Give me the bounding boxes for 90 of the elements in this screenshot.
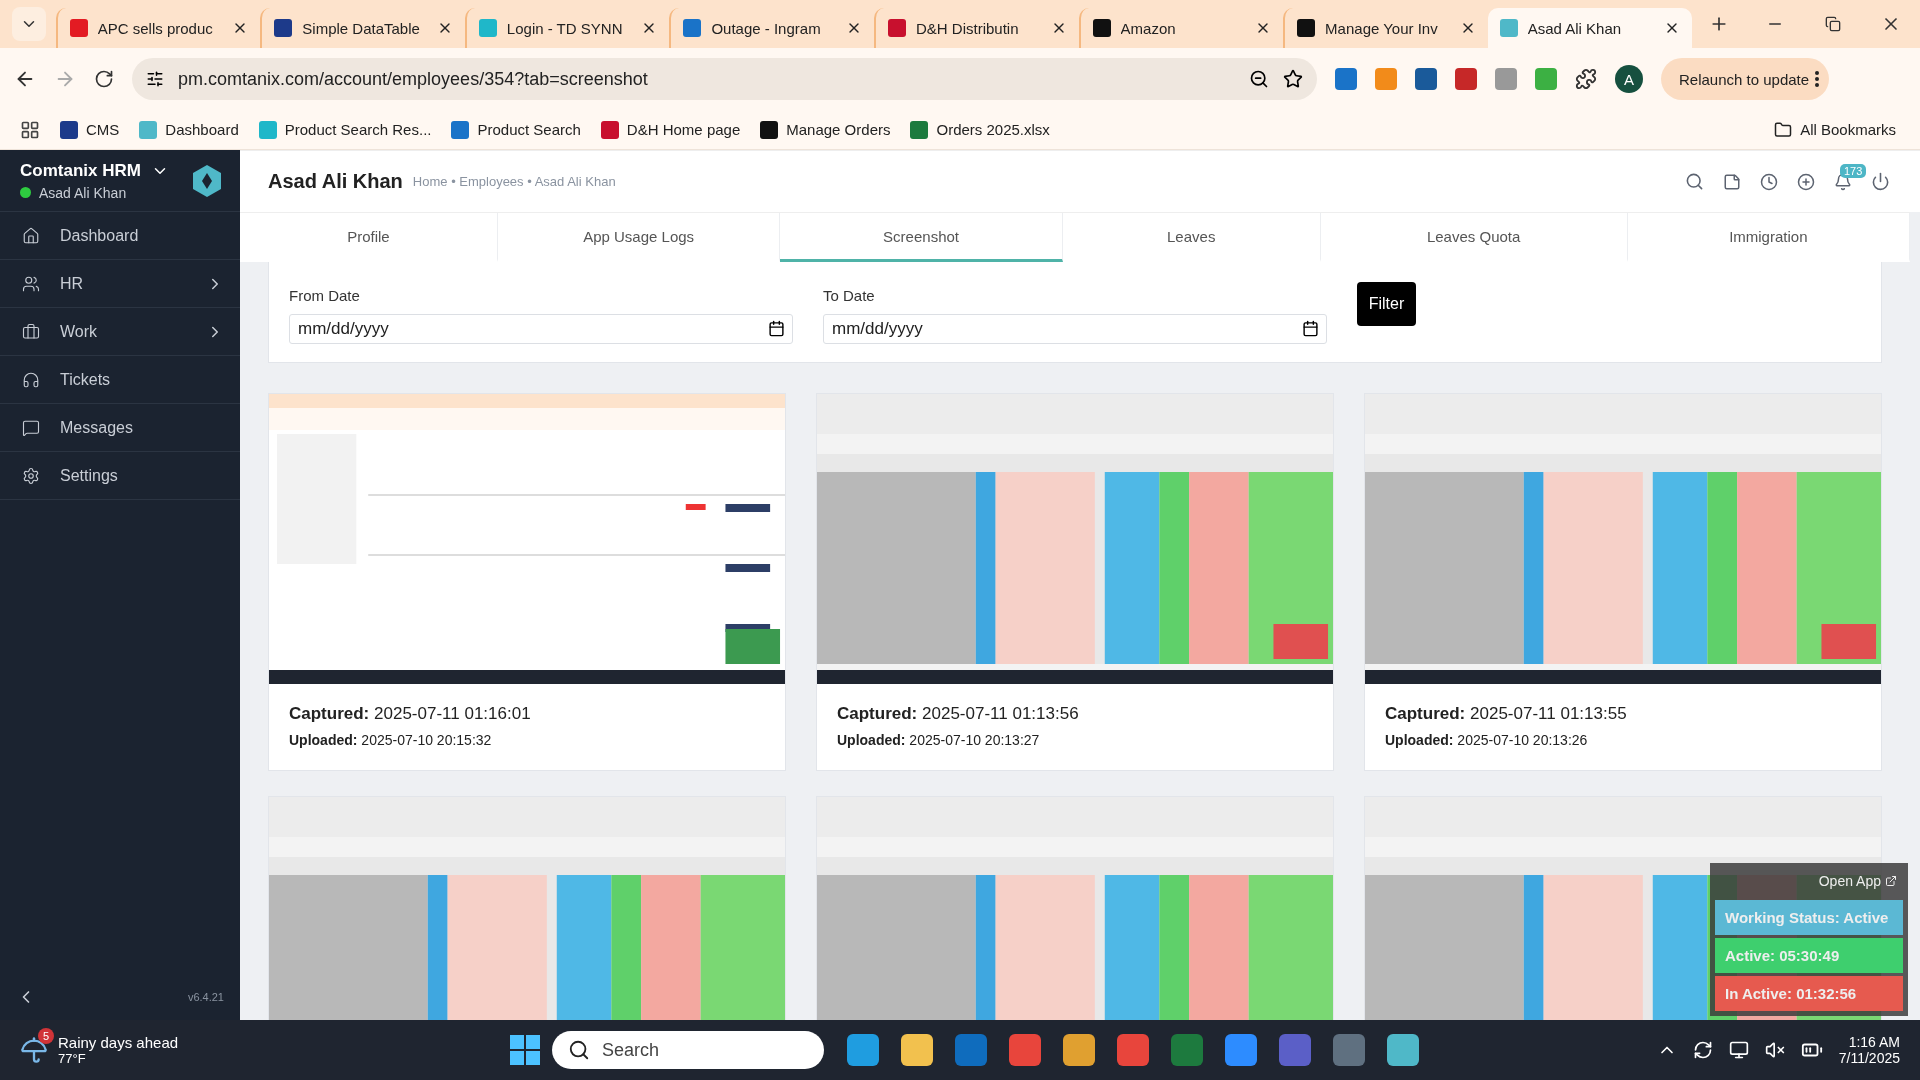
nav-icon: [22, 466, 40, 485]
add-icon[interactable]: [1797, 172, 1815, 191]
site-settings-icon[interactable]: [146, 70, 164, 88]
status-row: Active: 05:30:49: [1715, 938, 1903, 973]
clock-icon[interactable]: [1760, 172, 1778, 191]
taskbar-app-icon[interactable]: [1009, 1034, 1041, 1066]
folder-icon: [1774, 120, 1793, 139]
taskbar-search-field[interactable]: Search: [552, 1031, 824, 1069]
search-icon[interactable]: [1685, 172, 1704, 191]
captured-time: Captured: 2025-07-11 01:13:55: [1385, 704, 1628, 724]
uploaded-time: Uploaded: 2025-07-10 20:15:32: [289, 732, 493, 748]
extensions-icon[interactable]: [1575, 68, 1597, 90]
profile-avatar[interactable]: A: [1615, 65, 1643, 93]
nav-icon: [22, 322, 40, 341]
clock[interactable]: 1:16 AM 7/11/2025: [1838, 1034, 1900, 1066]
reload-icon[interactable]: [94, 69, 114, 89]
nav-icon: [22, 370, 40, 389]
bookmark-link[interactable]: Product Search Res...: [258, 120, 432, 139]
field-label: From Date: [289, 287, 361, 304]
bookmark-link[interactable]: Orders 2025.xlsx: [910, 120, 1050, 139]
screenshot-card[interactable]: Captured: 2025-07-11 01:13:55 Uploaded: 2025-07-10 20:13:26: [1364, 393, 1882, 771]
uploaded-time: Uploaded: 2025-07-10 20:13:27: [837, 732, 1041, 748]
captured-time: Captured: 2025-07-11 01:16:01: [289, 704, 532, 724]
tab[interactable]: Screenshot: [780, 213, 1063, 262]
bookmark-link[interactable]: CMS: [60, 120, 120, 139]
calendar-icon[interactable]: [1302, 320, 1319, 337]
breadcrumb: Home • Employees • Asad Ali Khan: [412, 174, 616, 189]
nav-icon: [22, 274, 40, 293]
relaunch-button[interactable]: Relaunch to update: [1661, 58, 1830, 100]
bookmark-star-icon[interactable]: [1283, 69, 1303, 89]
nav-icon: [22, 226, 40, 245]
extension-icon[interactable]: [1335, 68, 1357, 90]
favicon-icon: [274, 19, 293, 37]
external-link-icon: [1885, 875, 1897, 887]
taskbar-app-icon[interactable]: [1225, 1034, 1257, 1066]
logo-icon: [190, 163, 224, 198]
favicon-icon: [1499, 19, 1518, 37]
start-icon[interactable]: [510, 1035, 540, 1065]
weather-badge: 5: [38, 1028, 54, 1044]
volume-icon[interactable]: [1764, 1040, 1785, 1060]
status-row: Working Status: Active: [1715, 900, 1903, 935]
bookmark-link[interactable]: Dashboard: [139, 120, 239, 139]
network-icon[interactable]: [1728, 1040, 1749, 1060]
user-name: Asad Ali Khan: [39, 184, 127, 201]
version-label: v6.4.21: [187, 991, 224, 1003]
calendar-icon[interactable]: [768, 320, 785, 337]
screenshot-card[interactable]: Captured: 2025-07-11 01:13:56 Uploaded: 2025-07-10 20:13:27: [816, 393, 1334, 771]
taskbar-app-icon[interactable]: [847, 1034, 879, 1066]
date-field[interactable]: mm/dd/yyyy: [289, 314, 793, 344]
date-field[interactable]: mm/dd/yyyy: [823, 314, 1327, 344]
captured-time: Captured: 2025-07-11 01:13:56: [837, 704, 1080, 724]
search-icon: [568, 1039, 590, 1061]
note-icon[interactable]: [1723, 172, 1741, 191]
power-icon[interactable]: [1871, 172, 1890, 191]
taskbar-app-icon[interactable]: [1063, 1034, 1095, 1066]
screenshot-card[interactable]: Captured: 2025-07-11 01:16:01 Uploaded: 2025-07-10 20:15:32: [268, 393, 786, 771]
favicon-icon: [1092, 19, 1111, 37]
bookmark-link[interactable]: Product Search: [451, 120, 581, 139]
page-title: Asad Ali Khan: [268, 170, 403, 193]
bookmark-link[interactable]: D&H Home page: [600, 120, 741, 139]
weather-temperature: 77°F: [58, 1051, 87, 1066]
extension-icon[interactable]: [1415, 68, 1437, 90]
filter-button[interactable]: Filter: [1357, 282, 1416, 326]
browser-tab[interactable]: Asad Ali Khan: [1487, 8, 1693, 48]
taskbar-app-icon[interactable]: [1387, 1034, 1419, 1066]
app-name: Comtanix HRM: [20, 160, 141, 181]
open-app-link[interactable]: Open App: [1812, 869, 1903, 897]
bookmark-link[interactable]: Manage Orders: [760, 120, 891, 139]
favicon-icon: [888, 19, 906, 37]
all-bookmarks-link[interactable]: All Bookmarks: [1774, 120, 1896, 139]
extension-icon[interactable]: [1455, 68, 1477, 90]
nav-icon: [22, 418, 40, 437]
menu-icon: [1815, 71, 1820, 87]
weather-title: Rainy days ahead: [58, 1034, 179, 1051]
status-row: In Active: 01:32:56: [1715, 976, 1903, 1011]
online-status-dot: [20, 187, 31, 198]
notification-badge: 173: [1840, 163, 1867, 178]
favicon-icon: [478, 19, 497, 37]
taskbar-app-icon[interactable]: [901, 1034, 933, 1066]
favicon-icon: [69, 19, 88, 37]
favicon-icon: [683, 19, 702, 37]
taskbar-app-icon[interactable]: [1117, 1034, 1149, 1066]
address-bar[interactable]: pm.comtanix.com/account/employees/354?tab=screenshot: [132, 58, 1317, 100]
sync-icon[interactable]: [1692, 1040, 1713, 1060]
zoom-icon[interactable]: [1249, 69, 1269, 89]
favicon-icon: [1297, 19, 1316, 37]
field-label: To Date: [823, 287, 876, 304]
uploaded-time: Uploaded: 2025-07-10 20:13:26: [1385, 732, 1589, 748]
apps-icon[interactable]: [20, 119, 40, 140]
restore-icon[interactable]: [1825, 16, 1841, 32]
